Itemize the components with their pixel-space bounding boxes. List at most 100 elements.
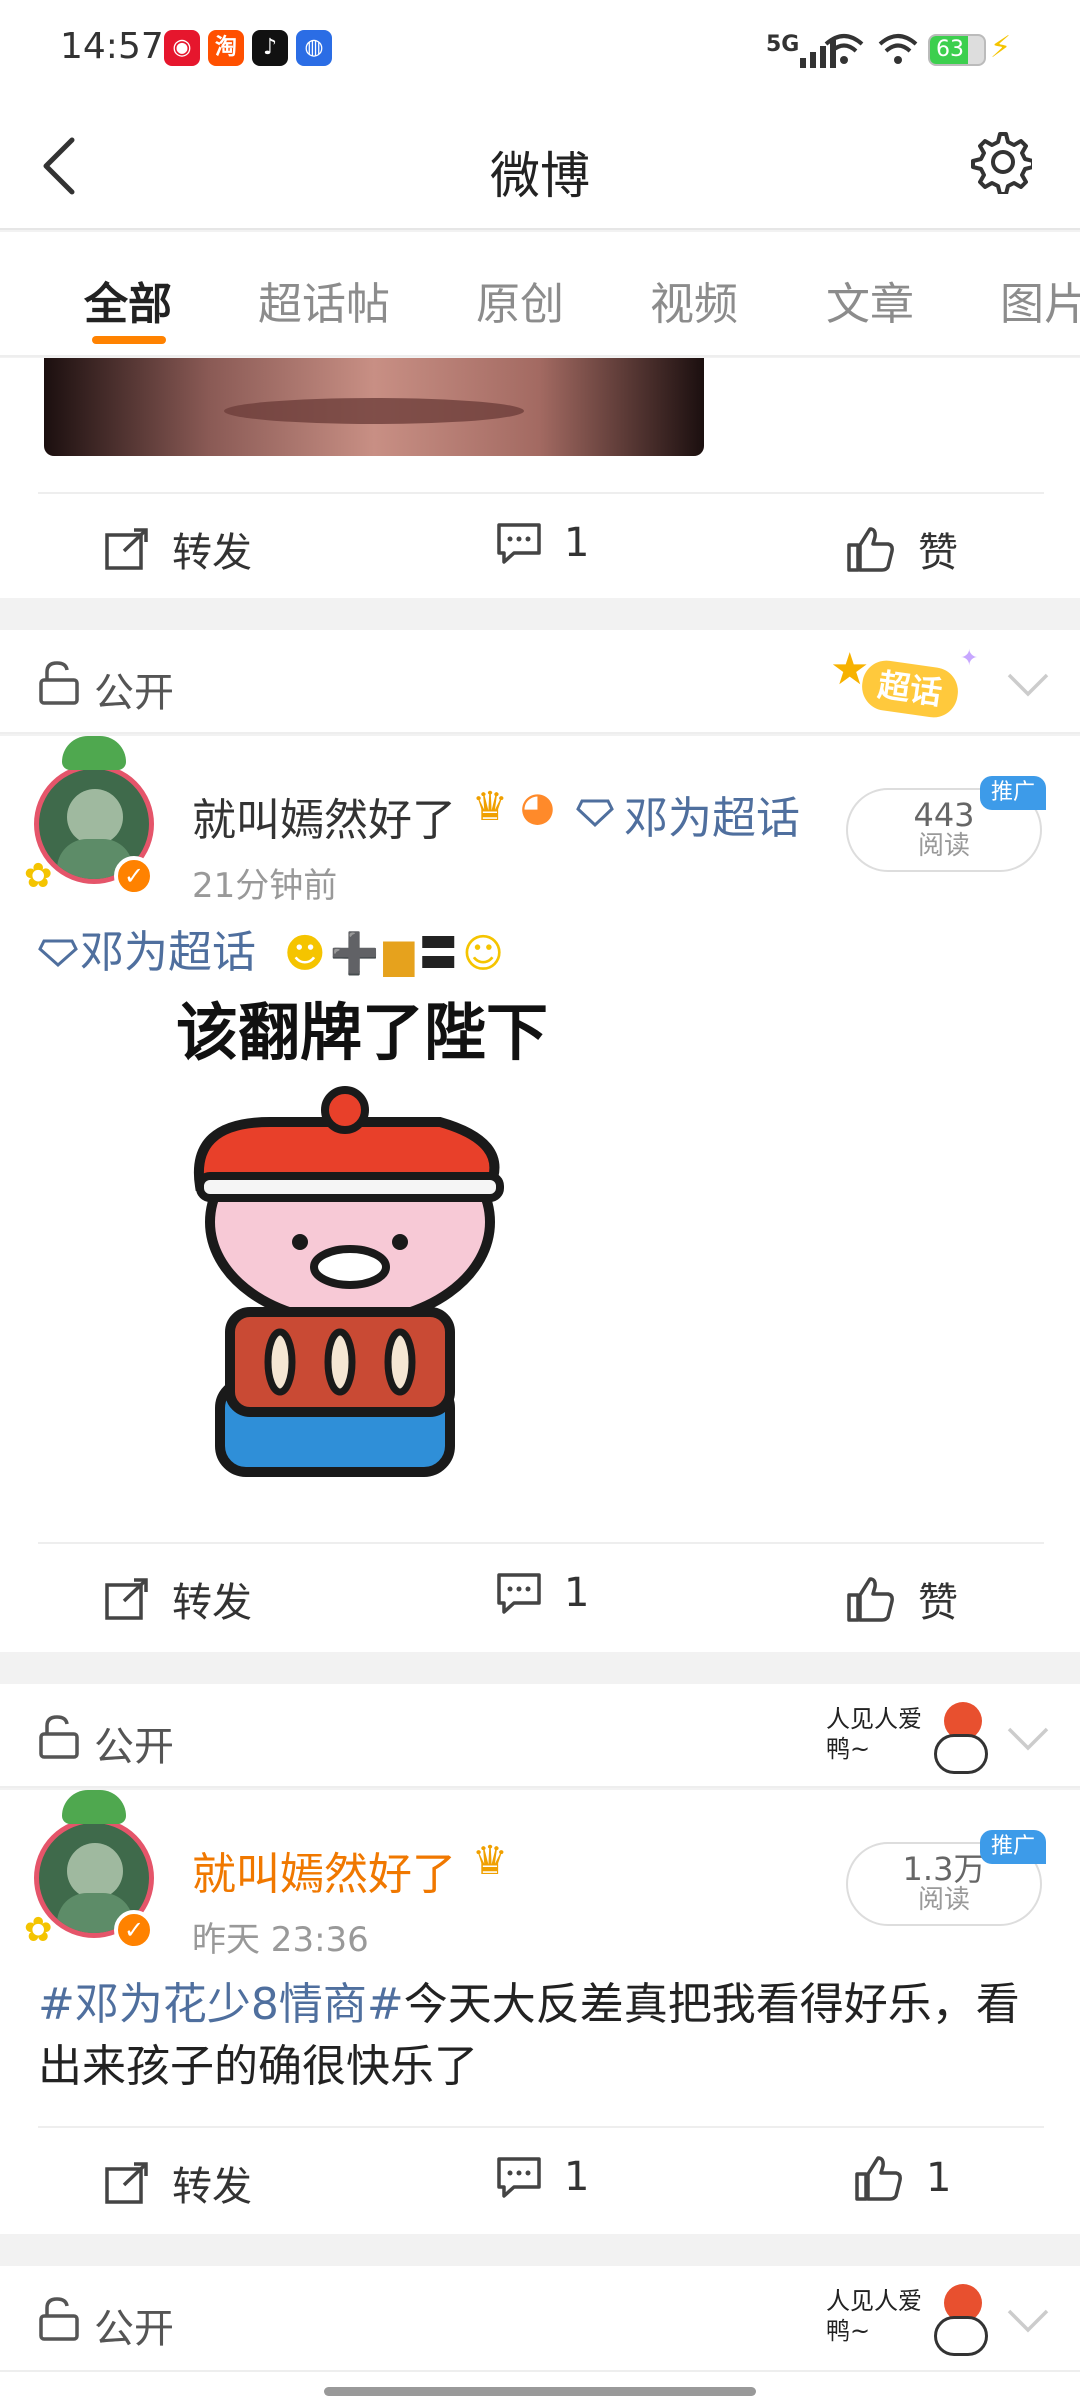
divider xyxy=(38,1542,1044,1544)
home-indicator[interactable] xyxy=(324,2387,756,2396)
visibility-label: 公开 xyxy=(94,2306,174,2352)
tab-supertopic-posts[interactable]: 超话帖 xyxy=(258,268,390,332)
gear-icon[interactable] xyxy=(968,130,1032,194)
duck-icon xyxy=(934,1734,988,1774)
pig-emperor-illustration xyxy=(193,1086,504,1477)
chevron-down-icon[interactable] xyxy=(1006,672,1050,698)
tab-bar: 全部 超话帖 原创 视频 文章 图片 xyxy=(0,232,1080,357)
repost-button[interactable]: 转发 xyxy=(104,520,252,578)
post-text-line1: 今天大反差真把我看得好乐，看 xyxy=(403,1979,1020,2030)
comment-icon xyxy=(497,523,541,564)
like-icon xyxy=(855,2156,902,2201)
like-icon xyxy=(847,527,894,572)
meme-caption: 该翻牌了陛下 xyxy=(176,996,549,1069)
username[interactable]: 就叫嫣然好了 xyxy=(192,784,456,848)
like-count: 1 xyxy=(926,2155,952,2201)
battery-icon: 63 xyxy=(928,34,986,66)
strawberry-leaf-decoration xyxy=(62,1790,126,1824)
post-meme-image[interactable]: 该翻牌了陛下 xyxy=(40,982,700,1552)
post-image[interactable] xyxy=(44,358,704,456)
tab-all[interactable]: 全部 xyxy=(84,268,172,332)
crying-face-emoji: ☻ xyxy=(284,931,326,977)
visibility-label: 公开 xyxy=(94,670,174,716)
comment-button[interactable]: 1 xyxy=(496,520,589,566)
flower-icon: ✿ xyxy=(24,856,53,896)
like-label: 赞 xyxy=(918,530,958,576)
supertopic-sticker: ★ 超话 ✦ xyxy=(830,644,990,722)
repost-label: 转发 xyxy=(172,2164,252,2210)
wifi-icon xyxy=(824,34,864,64)
repost-label: 转发 xyxy=(172,530,252,576)
promo-badge[interactable]: 推广 xyxy=(980,776,1046,810)
repost-icon xyxy=(105,2162,148,2204)
verified-badge: ✓ xyxy=(114,1910,154,1950)
fish-badge-icon: ◕ xyxy=(520,784,555,830)
post-text: #邓为花少8情商#今天大反差真把我看得好乐，看 出来孩子的确很快乐了 xyxy=(38,1974,1048,2098)
status-bar: 14:57 ◉ 淘 ♪ ◍ 5G 63 ⚡ xyxy=(0,0,1080,100)
repost-button[interactable]: 转发 xyxy=(104,2154,252,2212)
supertopic-diamond-icon xyxy=(38,939,78,968)
like-icon xyxy=(847,1577,894,1622)
comment-button[interactable]: 1 xyxy=(496,1570,589,1616)
duck-sticker: 人见人爱 鸭~ xyxy=(826,1694,996,1782)
duck-icon xyxy=(934,2316,988,2356)
promo-badge[interactable]: 推广 xyxy=(980,1830,1046,1864)
repost-button[interactable]: 转发 xyxy=(104,1570,252,1628)
plus-emoji: ➕ xyxy=(329,931,380,977)
visibility-label: 公开 xyxy=(94,1724,174,1770)
comment-icon xyxy=(497,2157,541,2198)
post-card-2: ✓ ✿ 就叫嫣然好了 ♛ 昨天 23:36 1.3万 阅读 推广 #邓为花少8情… xyxy=(0,1790,1080,2234)
tab-video[interactable]: 视频 xyxy=(650,268,738,332)
hashtag-link[interactable]: #邓为花少8情商# xyxy=(38,1979,404,2030)
sticker-label: 超话 xyxy=(858,657,962,721)
post-supertopic-link[interactable]: 邓为超话 xyxy=(80,922,256,984)
comment-icon xyxy=(497,1573,541,1614)
divider xyxy=(38,492,1044,494)
comment-count: 1 xyxy=(564,520,590,566)
comment-count: 1 xyxy=(564,2154,590,2200)
active-tab-indicator xyxy=(92,336,166,344)
post-card-1: ✓ ✿ 就叫嫣然好了 ♛ ◕ 邓为超话 21分钟前 443 阅读 推广 邓为超话… xyxy=(0,736,1080,1652)
duck-sticker: 人见人爱 鸭~ xyxy=(826,2276,996,2364)
supertopic-diamond-icon xyxy=(576,799,614,828)
wifi-icon-2 xyxy=(878,34,918,64)
crown-badge-icon: ♛ xyxy=(472,1838,508,1884)
like-button[interactable]: 赞 xyxy=(846,520,958,578)
sticker-text: 人见人爱 鸭~ xyxy=(826,1705,922,1763)
grinning-face-emoji: ☺ xyxy=(462,931,504,977)
post-time: 昨天 23:36 xyxy=(192,1920,369,1960)
charging-icon: ⚡ xyxy=(990,30,1012,65)
like-label: 赞 xyxy=(918,1580,958,1626)
read-label: 阅读 xyxy=(917,831,970,861)
page-title: 微博 xyxy=(490,147,590,205)
like-button[interactable]: 1 xyxy=(854,2154,951,2202)
sticker-text: 人见人爱 鸭~ xyxy=(826,2287,922,2345)
post-1-visibility-bar: 公开 ★ 超话 ✦ xyxy=(0,630,1080,734)
divider xyxy=(0,2370,1080,2372)
repost-icon xyxy=(105,1578,148,1620)
sparkle-icon: ✦ xyxy=(960,646,979,671)
chevron-down-icon[interactable] xyxy=(1006,1726,1050,1752)
weibo-icon: ◉ xyxy=(164,30,200,66)
supertopic-link[interactable]: 邓为超话 xyxy=(624,782,800,846)
tab-images[interactable]: 图片 xyxy=(1000,268,1080,332)
post-text-line2: 出来孩子的确很快乐了 xyxy=(38,2041,478,2092)
tab-articles[interactable]: 文章 xyxy=(826,268,914,332)
tab-original[interactable]: 原创 xyxy=(476,268,564,332)
comment-button[interactable]: 1 xyxy=(496,2154,589,2200)
username[interactable]: 就叫嫣然好了 xyxy=(192,1838,456,1902)
repost-icon xyxy=(105,528,148,570)
chevron-down-icon[interactable] xyxy=(1006,2308,1050,2334)
strawberry-leaf-decoration xyxy=(62,736,126,770)
verified-badge: ✓ xyxy=(114,856,154,896)
equals-emoji: 〓 xyxy=(418,931,459,977)
douyin-icon: ♪ xyxy=(252,30,288,66)
beer-emoji: ▆ xyxy=(383,931,415,977)
header-bar: 微博 xyxy=(0,100,1080,230)
comment-count: 1 xyxy=(564,1570,590,1616)
divider xyxy=(38,2126,1044,2128)
like-button[interactable]: 赞 xyxy=(846,1570,958,1628)
taobao-icon: 淘 xyxy=(208,30,244,66)
post-3-visibility-bar: 公开 人见人爱 鸭~ xyxy=(0,2266,1080,2400)
post-2-visibility-bar: 公开 人见人爱 鸭~ xyxy=(0,1684,1080,1788)
